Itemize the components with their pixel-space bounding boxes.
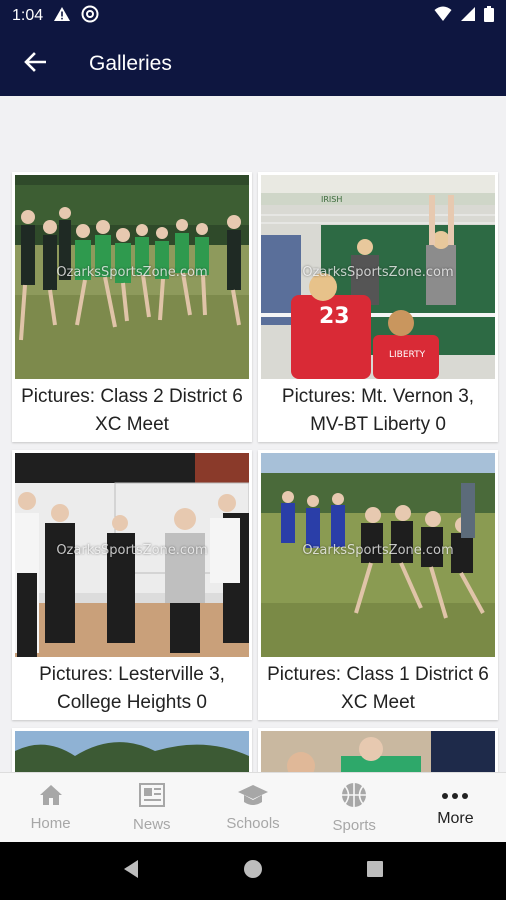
nav-item-schools[interactable]: Schools	[202, 773, 303, 842]
gallery-caption: Pictures: Lesterville 3, College Heights…	[39, 663, 225, 713]
nav-item-sports[interactable]: Sports	[304, 773, 405, 842]
system-navigation-bar	[0, 842, 506, 900]
bottom-navigation: Home News Schools Sports More	[0, 772, 506, 842]
gallery-caption: Pictures: Class 2 District 6 XC Meet	[21, 385, 243, 435]
gallery-photo: OzarksSportsZone.com	[15, 175, 249, 379]
home-icon	[38, 783, 64, 811]
status-bar: 1:04	[0, 0, 506, 32]
photo-watermark: OzarksSportsZone.com	[56, 542, 208, 558]
gallery-caption: Pictures: Mt. Vernon 3, MV-BT Liberty 0	[281, 385, 475, 435]
nav-item-home[interactable]: Home	[0, 773, 101, 842]
nav-label-home: Home	[30, 815, 71, 832]
gallery-card[interactable]: OzarksSportsZone.com Pictures: Class 1 D…	[258, 450, 498, 720]
gym-banner-text: IRISH	[321, 195, 342, 204]
gallery-photo: OzarksSportsZone.com	[15, 453, 249, 657]
square-recents-icon	[366, 860, 384, 883]
page-title: Galleries	[89, 52, 172, 75]
gallery-card[interactable]	[12, 728, 252, 772]
gallery-photo	[261, 731, 495, 772]
gallery-list[interactable]: OzarksSportsZone.com Pictures: Class 2 D…	[0, 96, 506, 772]
nav-item-more[interactable]: More	[405, 773, 506, 842]
newspaper-icon	[137, 782, 167, 812]
arrow-left-icon	[24, 51, 47, 77]
gallery-photo: OzarksSportsZone.com	[261, 453, 495, 657]
nav-label-more: More	[437, 809, 474, 827]
gallery-photo	[15, 731, 249, 772]
photo-watermark: OzarksSportsZone.com	[302, 264, 454, 280]
gallery-grid: OzarksSportsZone.com Pictures: Class 2 D…	[12, 172, 498, 772]
photo-watermark: OzarksSportsZone.com	[56, 264, 208, 280]
wifi-icon	[434, 6, 452, 27]
gallery-card[interactable]: IRISH 23 LIBERTY OzarksSportsZone.com Pi…	[258, 172, 498, 442]
jersey-text: LIBERTY	[389, 350, 426, 360]
more-dots-icon	[440, 788, 470, 806]
nav-label-sports: Sports	[332, 817, 376, 834]
nav-label-schools: Schools	[226, 815, 280, 832]
gallery-caption: Pictures: Class 1 District 6 XC Meet	[267, 663, 489, 713]
jersey-number: 23	[319, 304, 350, 329]
system-home-button[interactable]	[233, 851, 273, 891]
graduation-cap-icon	[237, 783, 269, 811]
circle-home-icon	[243, 859, 263, 884]
signal-icon	[460, 6, 476, 27]
gallery-photo: IRISH 23 LIBERTY OzarksSportsZone.com	[261, 175, 495, 379]
photo-watermark: OzarksSportsZone.com	[302, 542, 454, 558]
battery-icon	[484, 5, 494, 27]
gallery-card[interactable]: OzarksSportsZone.com Pictures: Class 2 D…	[12, 172, 252, 442]
triangle-back-icon	[122, 859, 140, 884]
app-bar: Galleries	[0, 32, 506, 96]
system-back-button[interactable]	[111, 851, 151, 891]
at-sign-icon	[81, 5, 99, 28]
gallery-card[interactable]: OzarksSportsZone.com Pictures: Lestervil…	[12, 450, 252, 720]
nav-label-news: News	[133, 816, 171, 833]
basketball-icon	[340, 781, 368, 813]
back-button[interactable]	[0, 32, 70, 96]
nav-item-news[interactable]: News	[101, 773, 202, 842]
system-recents-button[interactable]	[355, 851, 395, 891]
status-time: 1:04	[12, 7, 44, 24]
warning-icon	[53, 6, 71, 27]
gallery-card[interactable]	[258, 728, 498, 772]
